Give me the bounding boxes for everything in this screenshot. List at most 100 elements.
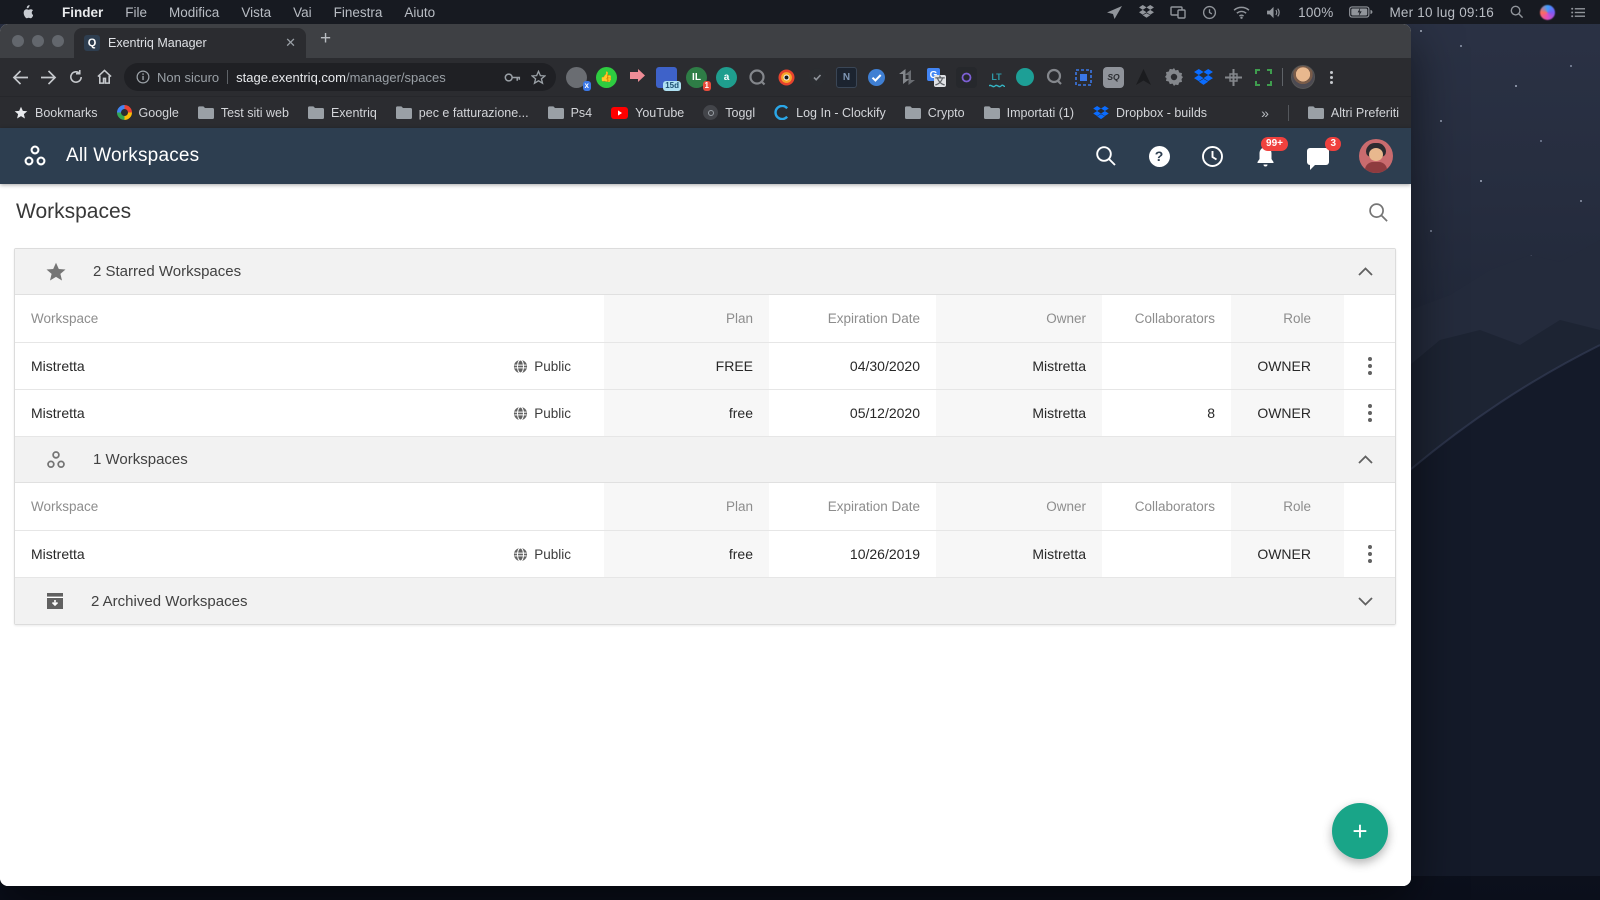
play-arrow-extension-icon[interactable] bbox=[626, 67, 647, 88]
bookmark-dropbox-builds[interactable]: Dropbox - builds bbox=[1093, 106, 1207, 120]
notion-extension-icon[interactable]: N bbox=[836, 67, 857, 88]
notifications-bell-icon[interactable]: 99+ bbox=[1253, 144, 1277, 168]
collapse-chevron-up-icon[interactable] bbox=[1358, 455, 1373, 464]
bookmark-folder-ps4[interactable]: Ps4 bbox=[548, 106, 593, 120]
section-starred-workspaces[interactable]: 2 Starred Workspaces bbox=[15, 249, 1395, 295]
bookmark-bookmarks[interactable]: Bookmarks bbox=[14, 106, 98, 120]
header-search-icon[interactable] bbox=[1094, 144, 1118, 168]
workspace-row[interactable]: MistrettaPublic FREE 04/30/2020 Mistrett… bbox=[15, 343, 1395, 390]
volume-icon[interactable] bbox=[1266, 6, 1282, 19]
recent-activity-icon[interactable] bbox=[1200, 144, 1224, 168]
workspace-row[interactable]: MistrettaPublic free 10/26/2019 Mistrett… bbox=[15, 531, 1395, 578]
zoom-window-button[interactable] bbox=[52, 35, 64, 47]
chrome-profile-avatar[interactable] bbox=[1291, 65, 1315, 89]
bookmark-folder-exentriq[interactable]: Exentriq bbox=[308, 106, 377, 120]
dropbox-extension-icon[interactable] bbox=[1193, 67, 1214, 88]
new-tab-button[interactable]: + bbox=[306, 28, 331, 54]
translate-extension-icon[interactable]: G文 bbox=[926, 67, 947, 88]
menu-item-finder[interactable]: Finder bbox=[51, 5, 114, 20]
arrows-extension-icon[interactable] bbox=[896, 67, 917, 88]
close-window-button[interactable] bbox=[12, 35, 24, 47]
teal-dot-extension-icon[interactable] bbox=[1016, 68, 1034, 86]
user-avatar[interactable] bbox=[1359, 139, 1393, 173]
dropbox-status-icon[interactable] bbox=[1139, 5, 1154, 19]
reload-icon[interactable] bbox=[62, 63, 90, 91]
star-icon bbox=[14, 106, 28, 120]
q-loop-extension-icon[interactable] bbox=[1043, 67, 1064, 88]
menu-clock[interactable]: Mer 10 lug 09:16 bbox=[1389, 5, 1494, 20]
wifi-icon[interactable] bbox=[1233, 6, 1250, 19]
bookmark-toggl[interactable]: Toggl bbox=[703, 105, 755, 120]
bookmark-folder-crypto[interactable]: Crypto bbox=[905, 106, 965, 120]
row-menu-kebab-icon[interactable] bbox=[1364, 400, 1376, 426]
blue-square-extension-icon[interactable] bbox=[1073, 67, 1094, 88]
notifications-badge: 99+ bbox=[1261, 137, 1288, 151]
screenshot-extension-icon[interactable] bbox=[1253, 67, 1274, 88]
menu-item-vai[interactable]: Vai bbox=[282, 5, 323, 20]
bookmark-youtube[interactable]: YouTube bbox=[611, 106, 684, 120]
other-bookmarks-folder[interactable]: Altri Preferiti bbox=[1308, 106, 1399, 120]
check-extension-icon[interactable] bbox=[866, 67, 887, 88]
menu-item-vista[interactable]: Vista bbox=[230, 5, 282, 20]
notification-center-icon[interactable] bbox=[1571, 6, 1586, 19]
bookmarks-overflow-chevron[interactable]: » bbox=[1261, 105, 1269, 121]
rings-extension-icon[interactable] bbox=[776, 67, 797, 88]
shield-extension-icon[interactable] bbox=[806, 67, 827, 88]
menu-item-file[interactable]: File bbox=[114, 5, 158, 20]
address-bar[interactable]: Non sicuro stage.exentriq.com/manager/sp… bbox=[124, 63, 556, 91]
clock-green-extension-icon[interactable]: IL1 bbox=[686, 67, 707, 88]
bookmark-google[interactable]: Google bbox=[117, 105, 179, 120]
workspace-row[interactable]: MistrettaPublic free 05/12/2020 Mistrett… bbox=[15, 390, 1395, 437]
amazon-a-extension-icon[interactable]: a bbox=[716, 67, 737, 88]
add-workspace-fab[interactable]: + bbox=[1332, 803, 1388, 859]
page-search-icon[interactable] bbox=[1368, 202, 1389, 223]
row-menu-kebab-icon[interactable] bbox=[1364, 353, 1376, 379]
tab-close-icon[interactable]: ✕ bbox=[283, 35, 298, 51]
thumbs-up-extension-icon[interactable]: 👍 bbox=[596, 67, 617, 88]
calendar-extension-icon[interactable]: 15d bbox=[656, 67, 677, 88]
browser-tab[interactable]: Q Exentriq Manager ✕ bbox=[74, 28, 306, 58]
displays-icon[interactable] bbox=[1170, 6, 1186, 19]
col-collaborators: Collaborators bbox=[1102, 295, 1231, 342]
chrome-menu-icon[interactable] bbox=[1323, 71, 1339, 84]
menu-item-finestra[interactable]: Finestra bbox=[323, 5, 394, 20]
bookmark-folder-importati[interactable]: Importati (1) bbox=[984, 106, 1074, 120]
wallpaper-mountains bbox=[1410, 0, 1600, 876]
crosshair-extension-icon[interactable] bbox=[1223, 67, 1244, 88]
back-icon[interactable] bbox=[6, 63, 34, 91]
airplay-icon[interactable] bbox=[1107, 6, 1123, 19]
loop-extension-icon[interactable] bbox=[746, 67, 767, 88]
bookmark-clockify[interactable]: Log In - Clockify bbox=[774, 105, 886, 120]
minimize-window-button[interactable] bbox=[32, 35, 44, 47]
chat-icon[interactable]: 3 bbox=[1306, 144, 1330, 168]
bookmark-star-icon[interactable] bbox=[531, 70, 546, 85]
section-archived-workspaces[interactable]: 2 Archived Workspaces bbox=[15, 578, 1395, 624]
url-text[interactable]: stage.exentriq.com/manager/spaces bbox=[236, 70, 496, 85]
bookmark-folder-test-siti-web[interactable]: Test siti web bbox=[198, 106, 289, 120]
help-icon[interactable]: ? bbox=[1147, 144, 1171, 168]
apple-menu-icon[interactable] bbox=[20, 5, 33, 20]
brackets-dark-extension-icon[interactable] bbox=[956, 67, 977, 88]
collapse-chevron-up-icon[interactable] bbox=[1358, 267, 1373, 276]
menu-item-aiuto[interactable]: Aiuto bbox=[393, 5, 446, 20]
col-workspace: Workspace bbox=[15, 295, 604, 342]
languagetool-extension-icon[interactable]: LT bbox=[986, 67, 1007, 88]
forward-icon[interactable] bbox=[34, 63, 62, 91]
power-extension-icon[interactable]: x bbox=[566, 67, 587, 88]
menu-item-modifica[interactable]: Modifica bbox=[158, 5, 230, 20]
gear-extension-icon[interactable] bbox=[1163, 67, 1184, 88]
row-menu-kebab-icon[interactable] bbox=[1364, 541, 1376, 567]
siri-icon[interactable] bbox=[1540, 5, 1555, 20]
expand-chevron-down-icon[interactable] bbox=[1358, 597, 1373, 606]
sq-extension-icon[interactable]: SQ bbox=[1103, 67, 1124, 88]
workspaces-icon[interactable] bbox=[22, 143, 48, 169]
folder-icon bbox=[308, 106, 324, 119]
bookmark-folder-pec[interactable]: pec e fatturazione... bbox=[396, 106, 529, 120]
time-machine-icon[interactable] bbox=[1202, 5, 1217, 20]
section-workspaces[interactable]: 1 Workspaces bbox=[15, 437, 1395, 483]
password-key-icon[interactable] bbox=[504, 72, 521, 83]
home-icon[interactable] bbox=[90, 63, 118, 91]
cursor-extension-icon[interactable] bbox=[1133, 67, 1154, 88]
site-info[interactable]: Non sicuro bbox=[136, 70, 219, 85]
spotlight-icon[interactable] bbox=[1510, 5, 1524, 19]
